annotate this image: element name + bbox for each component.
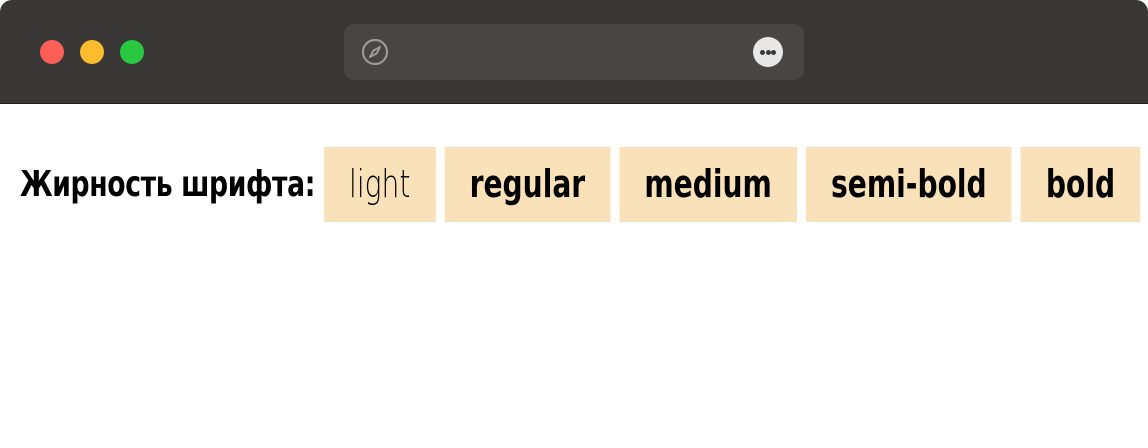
- browser-window: Жирность шрифта: light regular medium se…: [0, 0, 1148, 448]
- font-weight-label: Жирность шрифта:: [20, 164, 316, 205]
- chip-medium: medium: [619, 147, 798, 222]
- font-weight-row: Жирность шрифта: light regular medium se…: [20, 147, 1148, 222]
- chip-bold: bold: [1020, 147, 1141, 222]
- title-bar: [0, 0, 1148, 104]
- more-icon[interactable]: [753, 37, 783, 67]
- address-bar[interactable]: [344, 24, 804, 80]
- chip-regular: regular: [444, 147, 611, 222]
- maximize-window-button[interactable]: [120, 40, 144, 64]
- close-window-button[interactable]: [40, 40, 64, 64]
- chip-light: light: [323, 147, 436, 222]
- page-content: Жирность шрифта: light regular medium se…: [0, 104, 1148, 448]
- chip-semi-bold: semi-bold: [805, 147, 1012, 222]
- compass-icon: [361, 38, 389, 66]
- minimize-window-button[interactable]: [80, 40, 104, 64]
